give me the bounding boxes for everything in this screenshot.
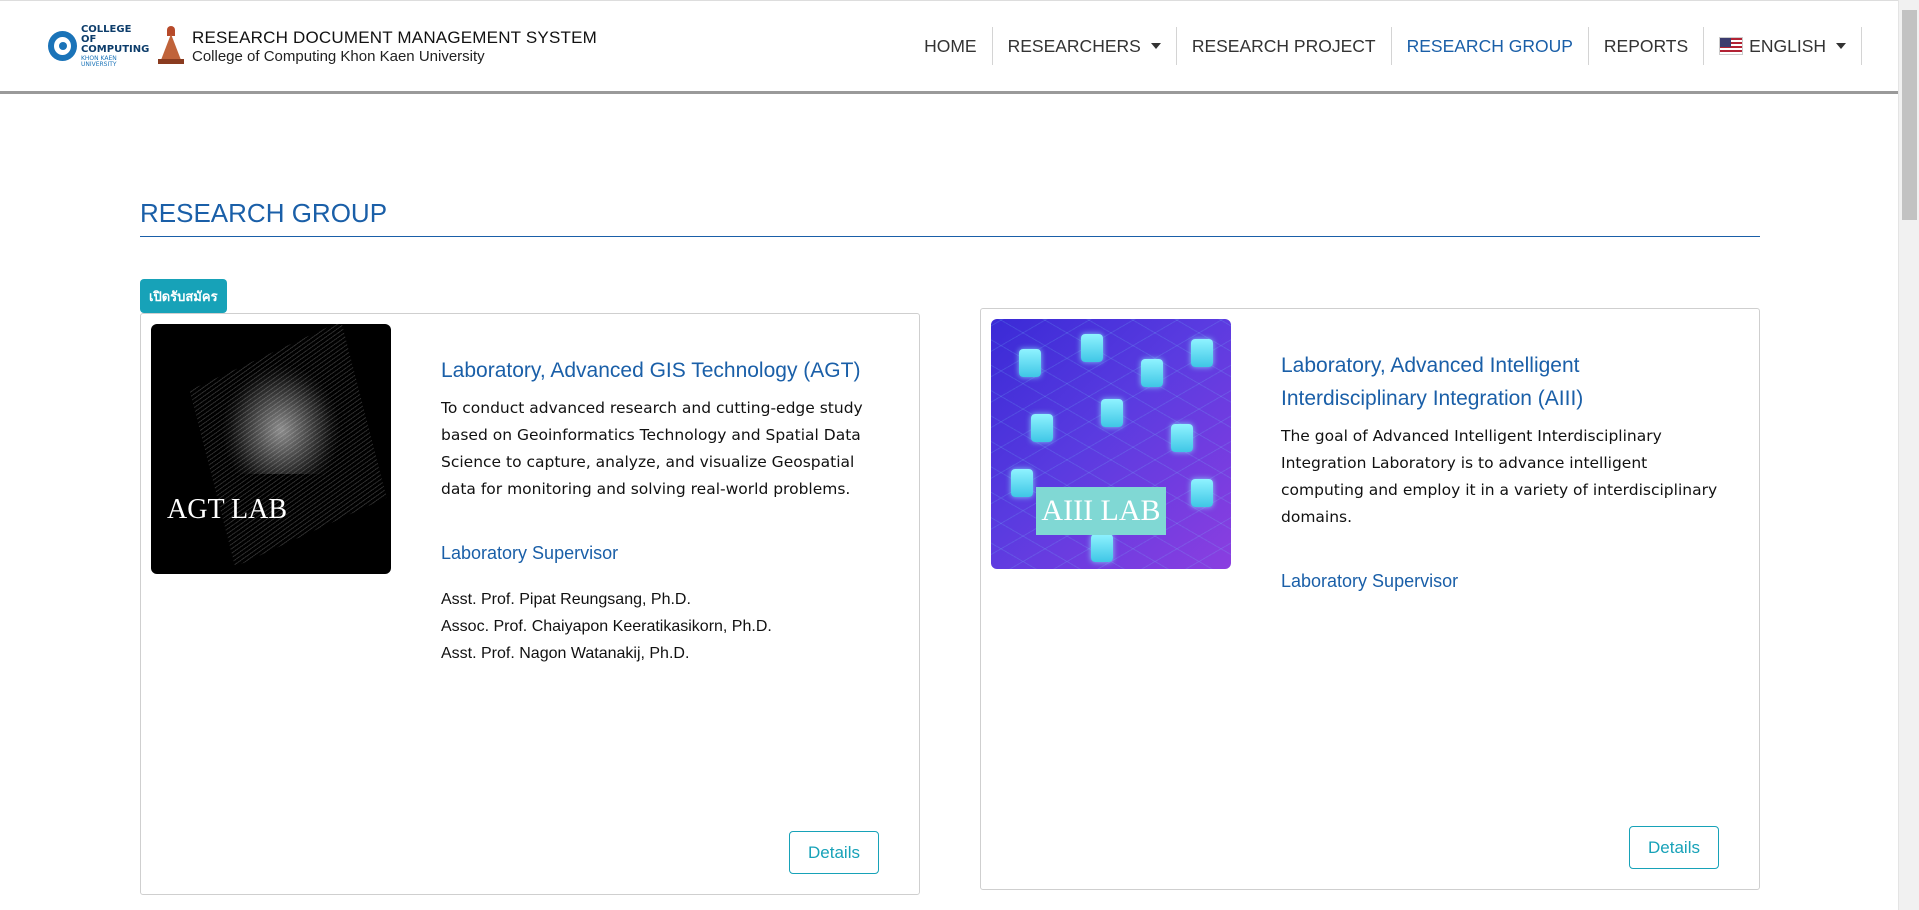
open-recruitment-badge: เปิดรับสมัคร [140,279,227,313]
group-description: To conduct advanced research and cutting… [441,399,863,498]
group-description: The goal of Advanced Intelligent Interdi… [1281,427,1718,526]
university-seal-icon [158,26,184,66]
chevron-down-icon [1836,43,1846,49]
nav-research-group-label: RESEARCH GROUP [1406,35,1573,56]
group-title: Laboratory, Advanced GIS Technology (AGT… [441,359,861,382]
brand[interactable]: COLLEGE OF COMPUTING KHON KAEN UNIVERSIT… [48,23,597,68]
nav-researchers-label: RESEARCHERS [1007,35,1141,56]
main-nav: HOME RESEARCHERS RESEARCH PROJECT RESEAR… [909,27,1862,65]
supervisor-heading: Laboratory Supervisor [1281,571,1459,591]
title-divider [140,236,1760,237]
supervisor-list: Asst. Prof. Pipat Reungsang, Ph.D. Assoc… [441,586,881,667]
chevron-down-icon [1150,43,1161,49]
nav-researchers-dropdown[interactable]: RESEARCHERS [993,27,1177,65]
agt-lab-image: AGT LAB [151,324,391,574]
top-navbar: COLLEGE OF COMPUTING KHON KAEN UNIVERSIT… [0,0,1898,94]
nav-research-group[interactable]: RESEARCH GROUP [1392,27,1589,65]
nav-research-project[interactable]: RESEARCH PROJECT [1177,27,1392,65]
aiii-lab-image-label: AIII LAB [1036,487,1166,535]
page-scrollbar[interactable] [1898,0,1919,910]
college-logo-icon [48,31,77,61]
page-title: RESEARCH GROUP [140,198,388,228]
details-button[interactable]: Details [1629,826,1719,869]
site-subtitle: College of Computing Khon Kaen Universit… [192,47,485,65]
logo-text-line1: COLLEGE OF [80,23,132,45]
logo-text-line3: KHON KAEN UNIVERSITY [80,54,117,68]
group-title: Laboratory, Advanced Intelligent Interdi… [1281,354,1584,410]
nav-home-label: HOME [924,35,977,56]
scrollbar-thumb[interactable] [1902,10,1917,220]
nav-reports-label: REPORTS [1603,35,1689,56]
college-of-computing-logo: COLLEGE OF COMPUTING KHON KAEN UNIVERSIT… [48,23,150,68]
site-title: RESEARCH DOCUMENT MANAGEMENT SYSTEM [192,27,597,47]
research-group-card: AIII LAB Laboratory, Advanced Intelligen… [980,308,1760,890]
us-flag-icon [1719,37,1744,55]
supervisor-item: Asst. Prof. Pipat Reungsang, Ph.D. [441,591,691,608]
agt-lab-image-label: AGT LAB [167,494,288,525]
nav-research-project-label: RESEARCH PROJECT [1191,35,1376,56]
nav-reports[interactable]: REPORTS [1589,27,1705,65]
research-group-card: AGT LAB Laboratory, Advanced GIS Technol… [140,313,920,895]
aiii-lab-image: AIII LAB [991,319,1231,569]
details-button[interactable]: Details [789,831,879,874]
supervisor-heading: Laboratory Supervisor [441,543,619,563]
language-label: ENGLISH [1749,35,1826,56]
supervisor-item: Assoc. Prof. Chaiyapon Keeratikasikorn, … [441,618,772,635]
logo-text-line2: COMPUTING [80,43,150,55]
nav-home[interactable]: HOME [909,27,993,65]
language-dropdown[interactable]: ENGLISH [1704,27,1862,65]
supervisor-item: Asst. Prof. Nagon Watanakij, Ph.D. [441,645,690,662]
